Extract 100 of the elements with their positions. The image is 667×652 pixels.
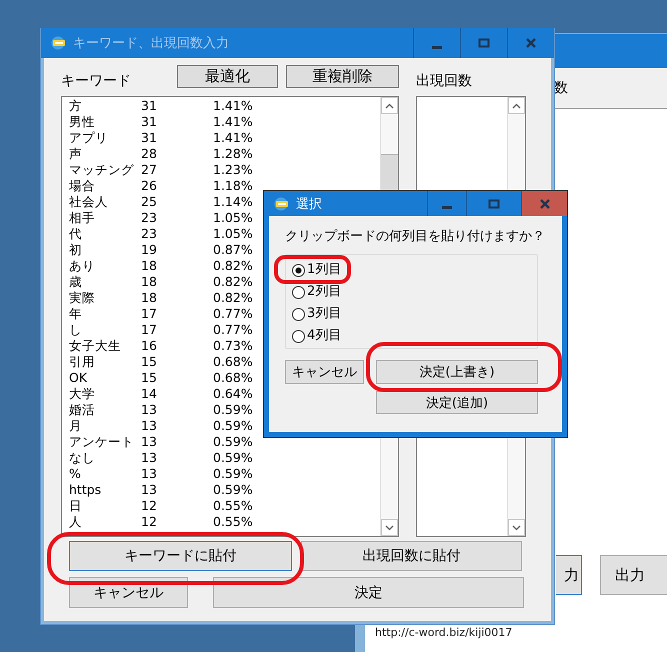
toolbar-button[interactable]: 最適化	[177, 65, 278, 88]
window-button[interactable]: 力	[556, 555, 582, 595]
count-text: 18	[141, 274, 158, 290]
ratio-text: 0.77%	[213, 306, 254, 322]
paste-button[interactable]: キーワードに貼付	[69, 541, 292, 571]
ratio-text: 1.14%	[213, 194, 254, 210]
radio-option[interactable]: 1列目	[292, 262, 342, 278]
count-text: 28	[141, 146, 158, 162]
keyword-text: 月	[69, 418, 83, 434]
ok-button[interactable]: 決定	[213, 577, 524, 608]
ratio-text: 0.68%	[213, 354, 254, 370]
keyword-label: キーワード	[61, 72, 131, 90]
scroll-down-button[interactable]	[381, 519, 398, 536]
count-text: 17	[141, 306, 158, 322]
app-icon	[51, 36, 67, 50]
cancel-button[interactable]: キャンセル	[285, 360, 364, 384]
count-text: 13	[141, 466, 158, 482]
count-text: 12	[141, 498, 158, 514]
window-button[interactable]: 出力	[600, 555, 667, 595]
keyword-text: 人	[69, 514, 83, 530]
ratio-text: 0.59%	[213, 450, 254, 466]
count-text: 13	[141, 450, 158, 466]
ratio-text: 0.59%	[213, 482, 254, 498]
overwrite-button[interactable]: 決定(上書き)	[376, 360, 538, 384]
keyword-text: 相手	[69, 210, 96, 226]
keyword-text: あり	[69, 258, 96, 274]
keyword-text: 男性	[69, 114, 96, 130]
keyword-text: 社会人	[69, 194, 109, 210]
count-text: 13	[141, 418, 158, 434]
ratio-text: 0.59%	[213, 466, 254, 482]
url-text: http://c-word.biz/kiji0017	[375, 626, 512, 639]
keyword-text: 声	[69, 146, 83, 162]
keyword-text: OK	[69, 370, 88, 386]
count-text: 12	[141, 514, 158, 530]
ratio-text: 0.68%	[213, 370, 254, 386]
count-text: 23	[141, 226, 158, 242]
close-button[interactable]	[521, 191, 567, 216]
ratio-text: 0.73%	[213, 338, 254, 354]
toolbar-button[interactable]: 重複削除	[286, 65, 399, 88]
close-icon	[525, 37, 537, 49]
keyword-text: 代	[69, 226, 83, 242]
keyword-text: アンケート	[69, 434, 135, 450]
keyword-text: 日	[69, 498, 83, 514]
scroll-down-button[interactable]	[508, 519, 525, 536]
count-text: 15	[141, 354, 158, 370]
minimize-icon	[432, 46, 442, 48]
count-label: 出現回数	[416, 72, 472, 90]
chevron-down-icon	[512, 524, 521, 530]
count-text: 15	[141, 370, 158, 386]
ratio-text: 1.28%	[213, 146, 254, 162]
count-text: 18	[141, 290, 158, 306]
keyword-text: https	[69, 482, 102, 498]
append-button[interactable]: 決定(追加)	[376, 391, 538, 414]
ratio-text: 0.55%	[213, 498, 254, 514]
ratio-text: 0.77%	[213, 322, 254, 338]
scroll-up-button[interactable]	[381, 97, 398, 114]
app-icon	[274, 196, 290, 210]
ratio-text: 0.82%	[213, 274, 254, 290]
ratio-text: 1.05%	[213, 210, 254, 226]
ratio-text: 1.41%	[213, 130, 254, 146]
chevron-down-icon	[385, 524, 394, 530]
keyword-text: 年	[69, 306, 83, 322]
count-text: 31	[141, 114, 158, 130]
keyword-text: 歳	[69, 274, 83, 290]
keyword-text: 方	[69, 98, 83, 114]
radio-option[interactable]: 4列目	[292, 328, 342, 344]
count-text: 14	[141, 386, 158, 402]
maximize-icon	[488, 198, 500, 210]
paste-button[interactable]: 出現回数に貼付	[301, 541, 522, 571]
count-text: 13	[141, 402, 158, 418]
keyword-text: なし	[69, 450, 96, 466]
keyword-text: %	[69, 466, 82, 482]
ratio-text: 0.87%	[213, 242, 254, 258]
radio-option[interactable]: 2列目	[292, 284, 342, 300]
ratio-text: 1.18%	[213, 178, 254, 194]
minimize-icon	[442, 206, 452, 209]
count-text: 13	[141, 482, 158, 498]
ratio-text: 0.64%	[213, 386, 254, 402]
close-icon	[538, 198, 550, 210]
count-text: 31	[141, 98, 158, 114]
keyword-text: 婚活	[69, 402, 96, 418]
ratio-text: 0.82%	[213, 290, 254, 306]
keyword-text: 大学	[69, 386, 96, 402]
count-text: 18	[141, 258, 158, 274]
keyword-text: 引用	[69, 354, 96, 370]
dialog-title: 選択	[296, 196, 322, 212]
count-text: 17	[141, 322, 158, 338]
count-text: 13	[141, 434, 158, 450]
radio-option[interactable]: 3列目	[292, 306, 342, 322]
keyword-text: 実際	[69, 290, 96, 306]
keyword-text: し	[69, 322, 83, 338]
count-text: 31	[141, 130, 158, 146]
chevron-up-icon	[512, 102, 521, 108]
ratio-text: 0.59%	[213, 402, 254, 418]
count-text: 16	[141, 338, 158, 354]
ratio-text: 0.59%	[213, 434, 254, 450]
count-text: 27	[141, 162, 158, 178]
scroll-up-button[interactable]	[508, 97, 525, 114]
ratio-text: 1.41%	[213, 114, 254, 130]
chevron-up-icon	[385, 102, 394, 108]
